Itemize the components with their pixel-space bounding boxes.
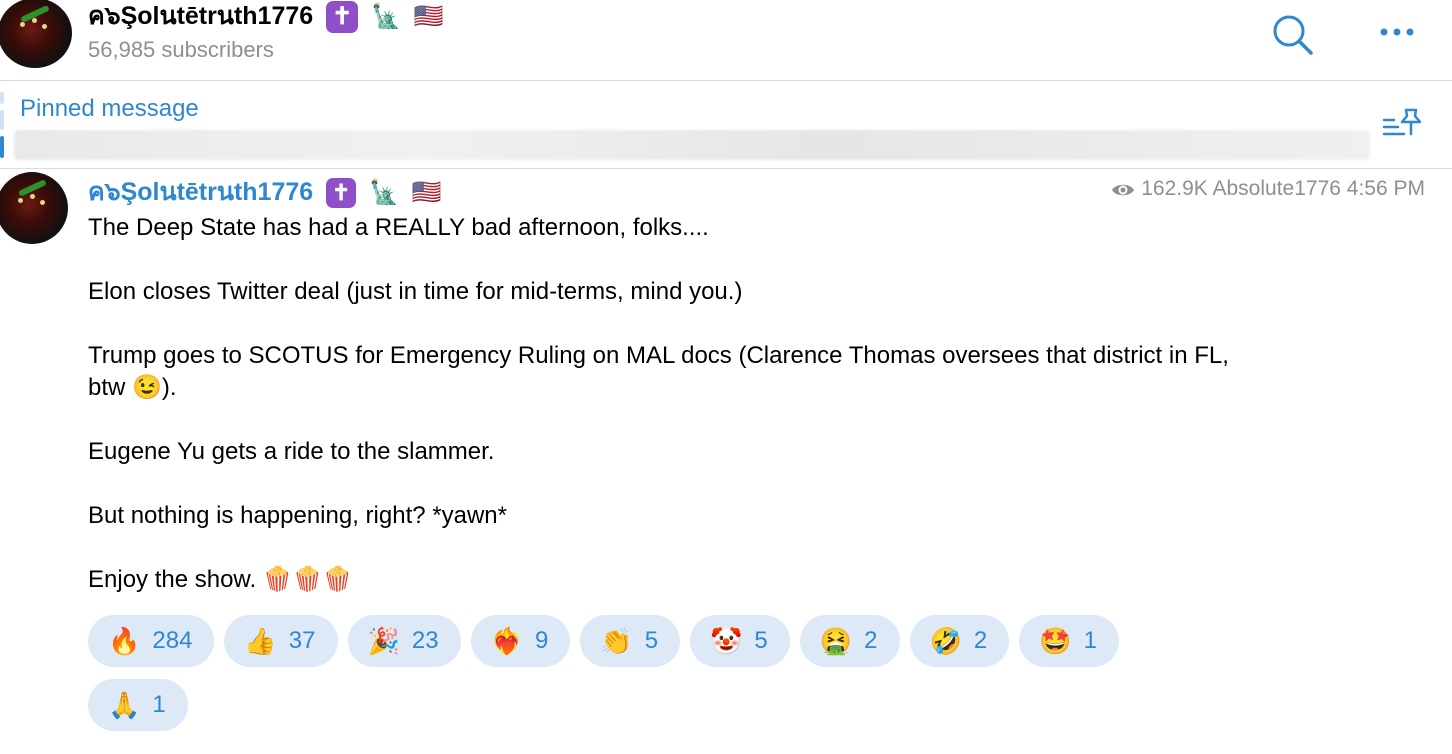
channel-header: ค๖Şolนtētrนth1776 ✝ 🗽 🇺🇸 56,985 subscrib… <box>0 0 1452 81</box>
channel-avatar[interactable] <box>0 0 72 68</box>
more-icon[interactable] <box>1376 24 1422 40</box>
reaction-count: 37 <box>288 627 316 654</box>
message-line: Elon closes Twitter deal (just in time f… <box>88 278 743 305</box>
reaction-star-struck[interactable]: 🤩 1 <box>1019 615 1119 667</box>
heart-on-fire-icon: ❤️‍🔥 <box>490 626 523 656</box>
rofl-face-icon: 🤣 <box>929 626 962 656</box>
folded-hands-icon: 🙏 <box>108 690 141 720</box>
party-popper-icon: 🎉 <box>367 626 400 656</box>
fire-icon: 🔥 <box>108 626 141 656</box>
view-count: 162.9K <box>1141 177 1208 200</box>
reaction-clap[interactable]: 👏 5 <box>580 615 681 667</box>
clapping-hands-icon: 👏 <box>600 626 633 656</box>
statue-of-liberty-icon: 🗽 <box>371 3 401 31</box>
us-flag-icon: 🇺🇸 <box>411 179 442 207</box>
reaction-fire[interactable]: 🔥 284 <box>88 615 215 667</box>
vomiting-face-icon: 🤮 <box>819 626 853 656</box>
reaction-rofl[interactable]: 🤣 2 <box>909 615 1010 667</box>
message-line: But nothing is happening, right? *yawn* <box>88 502 507 529</box>
reaction-count: 23 <box>411 627 439 654</box>
pinned-preview-blurred <box>14 130 1370 160</box>
post-time: 4:56 PM <box>1346 177 1425 200</box>
channel-name: ค๖Şolนtētrนth1776 <box>88 2 314 30</box>
reaction-clown[interactable]: 🤡 5 <box>690 615 790 667</box>
reaction-thumbs-up[interactable]: 👍 37 <box>224 615 338 667</box>
channel-title[interactable]: ค๖Şolนtētrนth1776 ✝ 🗽 🇺🇸 <box>88 0 444 34</box>
message-line: Enjoy the show. 🍿🍿🍿 <box>88 566 353 593</box>
message-line: The Deep State has had a REALLY bad afte… <box>88 214 709 241</box>
pinned-message-bar[interactable]: Pinned message <box>0 82 1452 169</box>
search-icon[interactable] <box>1270 12 1316 58</box>
pin-indicator <box>0 92 4 104</box>
message-line: Trump goes to SCOTUS for Emergency Rulin… <box>88 342 1229 401</box>
statue-of-liberty-icon: 🗽 <box>369 179 399 207</box>
reaction-count: 5 <box>754 627 768 654</box>
pinned-list-icon[interactable] <box>1382 106 1426 142</box>
pin-indicator-active <box>0 136 4 158</box>
post-signature: Absolute1776 <box>1212 177 1341 200</box>
subscriber-count: 56,985 subscribers <box>88 37 274 62</box>
reaction-count: 284 <box>152 627 193 654</box>
reactions-bar: 🔥 284 👍 37 🎉 23 ❤️‍🔥 9 👏 5 🤡 5 🤮 2 🤣 2 🤩… <box>88 615 1168 731</box>
message-meta: 162.9K Absolute1776 4:56 PM <box>1111 176 1425 202</box>
reaction-party[interactable]: 🎉 23 <box>347 615 461 667</box>
reaction-count: 1 <box>1083 627 1097 654</box>
message-line: Eugene Yu gets a ride to the slammer. <box>88 438 495 465</box>
reaction-count: 2 <box>973 627 988 654</box>
cross-badge-icon: ✝ <box>326 1 359 34</box>
reaction-count: 5 <box>644 627 659 654</box>
star-struck-icon: 🤩 <box>1039 626 1072 656</box>
reaction-count: 1 <box>152 691 166 718</box>
reaction-vomit[interactable]: 🤮 2 <box>799 615 900 667</box>
pin-indicator <box>0 110 4 130</box>
eye-icon <box>1112 184 1135 196</box>
reaction-heart-on-fire[interactable]: ❤️‍🔥 9 <box>470 615 571 667</box>
us-flag-icon: 🇺🇸 <box>413 3 444 31</box>
clown-icon: 🤡 <box>710 626 743 656</box>
message-author[interactable]: ค๖Şolนtētrนth1776 ✝ 🗽 🇺🇸 <box>88 176 442 209</box>
author-avatar[interactable] <box>0 172 68 244</box>
message-body: The Deep State has had a REALLY bad afte… <box>88 212 1248 596</box>
pinned-label: Pinned message <box>20 95 199 122</box>
cross-badge-icon: ✝ <box>326 178 357 209</box>
thumbs-up-icon: 👍 <box>244 626 277 656</box>
reaction-count: 9 <box>534 627 549 654</box>
author-name: ค๖Şolนtētrนth1776 <box>88 178 314 206</box>
reaction-count: 2 <box>864 627 878 654</box>
reaction-pray[interactable]: 🙏 1 <box>88 679 188 731</box>
